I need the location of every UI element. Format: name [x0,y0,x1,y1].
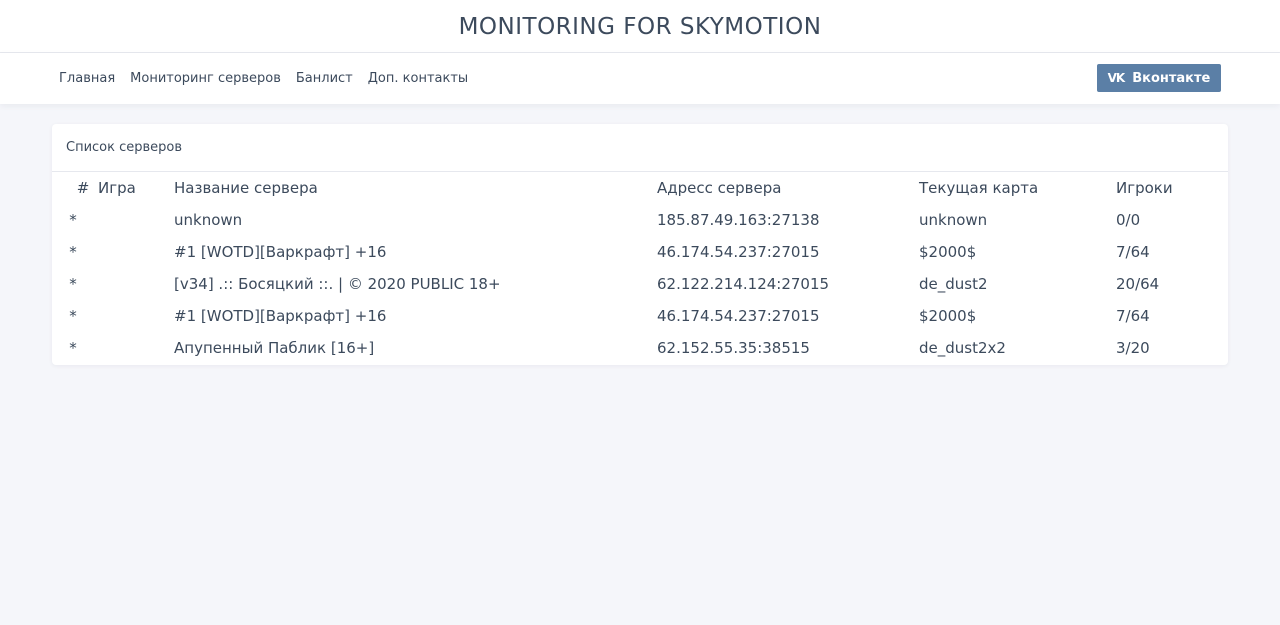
servers-card: Список серверов # Игра Название сервера … [52,124,1228,365]
table-header-row: # Игра Название сервера Адресс сервера Т… [52,172,1228,204]
table-row[interactable]: * [v34] .:: Босяцкий ::. | © 2020 PUBLIC… [52,268,1228,300]
row-players: 7/64 [1116,307,1150,325]
row-number: * [69,243,77,261]
row-number: * [69,275,77,293]
nav-link-contacts[interactable]: Доп. контакты [368,71,468,86]
servers-table: # Игра Название сервера Адресс сервера Т… [52,172,1228,364]
column-header-players: Игроки [1116,179,1173,197]
row-address: 62.152.55.35:38515 [657,339,810,357]
row-players: 7/64 [1116,243,1150,261]
row-number: * [69,339,77,357]
row-address: 46.174.54.237:27015 [657,307,820,325]
row-map: de_dust2 [919,275,988,293]
row-map: $2000$ [919,307,977,325]
column-header-server-name: Название сервера [174,179,318,197]
site-title: MONITORING FOR SKYMOTION [458,14,822,40]
vk-button[interactable]: VK Вконтакте [1097,64,1221,92]
row-players: 3/20 [1116,339,1150,357]
row-map: unknown [919,211,988,229]
table-row[interactable]: * #1 [WOTD][Варкрафт] +16 46.174.54.237:… [52,300,1228,332]
row-number: * [69,211,77,229]
row-players: 20/64 [1116,275,1160,293]
row-address: 46.174.54.237:27015 [657,243,820,261]
column-header-number: # [76,179,90,197]
navbar: Главная Мониторинг серверов Банлист Доп.… [0,53,1280,104]
row-server-name: unknown [174,211,243,229]
column-header-game: Игра [98,179,136,197]
top-header: MONITORING FOR SKYMOTION [0,0,1280,53]
row-address: 62.122.214.124:27015 [657,275,830,293]
table-row[interactable]: * #1 [WOTD][Варкрафт] +16 46.174.54.237:… [52,236,1228,268]
card-title: Список серверов [52,124,1228,172]
row-server-name: Апупенный Паблик [16+] [174,339,375,357]
nav-links: Главная Мониторинг серверов Банлист Доп.… [59,53,483,104]
row-server-name: #1 [WOTD][Варкрафт] +16 [174,243,387,261]
table-row[interactable]: * Апупенный Паблик [16+] 62.152.55.35:38… [52,332,1228,364]
row-address: 185.87.49.163:27138 [657,211,820,229]
row-map: de_dust2x2 [919,339,1006,357]
row-number: * [69,307,77,325]
row-server-name: #1 [WOTD][Варкрафт] +16 [174,307,387,325]
column-header-map: Текущая карта [919,179,1039,197]
nav-link-banlist[interactable]: Банлист [296,71,353,86]
vk-icon: VK [1107,71,1126,85]
column-header-address: Адресс сервера [657,179,782,197]
nav-link-home[interactable]: Главная [59,71,115,86]
table-row[interactable]: * unknown 185.87.49.163:27138 unknown 0/… [52,204,1228,236]
row-map: $2000$ [919,243,977,261]
vk-button-label: Вконтакте [1132,70,1211,86]
row-players: 0/0 [1116,211,1141,229]
nav-link-monitoring[interactable]: Мониторинг серверов [130,71,281,86]
row-server-name: [v34] .:: Босяцкий ::. | © 2020 PUBLIC 1… [174,275,501,293]
